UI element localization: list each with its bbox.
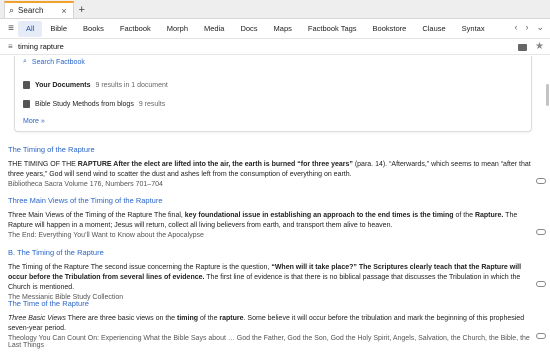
- menu-icon[interactable]: ≡: [4, 23, 18, 34]
- result-source: The End: Everything You’ll Want to Know …: [8, 232, 204, 239]
- filter-bookstore[interactable]: Bookstore: [365, 21, 415, 37]
- search-factbook-label: Search Factbook: [31, 58, 85, 66]
- cloud-icon[interactable]: [536, 281, 546, 287]
- filter-maps[interactable]: Maps: [266, 21, 300, 37]
- blog-label: Bible Study Methods from blogs: [35, 100, 134, 108]
- result-snippet: Three Basic Views There are three basic …: [8, 315, 525, 332]
- filter-bible[interactable]: Bible: [42, 21, 75, 37]
- filter-morph[interactable]: Morph: [159, 21, 196, 37]
- blog-row[interactable]: Bible Study Methods from blogs 9 results: [23, 100, 165, 108]
- tab-label: Search: [18, 6, 44, 15]
- search-icon: ⌕: [23, 58, 27, 65]
- star-icon[interactable]: ★: [535, 41, 544, 52]
- search-type-icon[interactable]: ≡: [8, 42, 18, 51]
- filter-list: All Bible Books Factbook Morph Media Docs Maps F…: [18, 20, 493, 37]
- result-title[interactable]: The Timing of the Rapture: [8, 145, 538, 154]
- chevron-left-icon[interactable]: ‹: [514, 22, 517, 33]
- your-documents-row[interactable]: Your Documents 9 results in 1 document: [23, 81, 168, 89]
- suggestion-panel: ⌕ Search Factbook Your Documents 9 resul…: [14, 56, 532, 132]
- filter-books[interactable]: Books: [75, 21, 112, 37]
- more-link[interactable]: More »: [23, 118, 45, 125]
- filter-all[interactable]: All: [18, 20, 43, 37]
- result-snippet: THE TIMING OF THE RAPTURE After the elec…: [8, 161, 531, 178]
- filter-bar: ≡ All Bible Books Factbook Morph Media Docs Map…: [0, 19, 550, 39]
- filter-factbook[interactable]: Factbook: [112, 21, 159, 37]
- scrollbar[interactable]: [546, 84, 549, 106]
- result-snippet: The Timing of the Rapture The second iss…: [8, 264, 522, 291]
- filter-clause[interactable]: Clause: [414, 21, 453, 37]
- your-documents-count: 9 results in 1 document: [95, 81, 168, 89]
- tab-bar: ⌕ Search × +: [0, 0, 550, 19]
- search-icon: ⌕: [9, 5, 15, 15]
- chevron-right-icon[interactable]: ›: [525, 22, 528, 33]
- result-item: Three Main Views of the Timing of the Ra…: [8, 196, 538, 239]
- new-tab-button[interactable]: +: [74, 1, 90, 18]
- result-item: The Timing of the Rapture THE TIMING OF T…: [8, 145, 538, 188]
- filter-factbook-tags[interactable]: Factbook Tags: [300, 21, 365, 37]
- result-title[interactable]: B. The Timing of the Rapture: [8, 248, 538, 257]
- filter-docs[interactable]: Docs: [232, 21, 265, 37]
- result-source: Theology You Can Count On: Experiencing …: [8, 335, 530, 349]
- query-bar: ≡ timing rapture ★: [0, 39, 550, 55]
- search-input[interactable]: timing rapture: [18, 42, 64, 51]
- chevron-down-icon[interactable]: ⌄: [536, 22, 544, 33]
- close-icon[interactable]: ×: [61, 6, 66, 16]
- result-snippet: Three Main Views of the Timing of the Ra…: [8, 212, 518, 229]
- filter-media[interactable]: Media: [196, 21, 232, 37]
- keyboard-icon[interactable]: [518, 44, 528, 51]
- filter-syntax[interactable]: Syntax: [454, 21, 493, 37]
- result-title[interactable]: The Time of the Rapture: [8, 299, 538, 308]
- document-icon: [23, 81, 30, 89]
- cloud-icon[interactable]: [536, 333, 546, 339]
- document-icon: [23, 100, 30, 108]
- blog-count: 9 results: [138, 100, 166, 108]
- your-documents-label: Your Documents: [35, 81, 91, 89]
- cloud-icon[interactable]: [536, 178, 546, 184]
- result-source: Bibliotheca Sacra Volume 176, Numbers 70…: [8, 181, 163, 188]
- search-factbook-link[interactable]: ⌕ Search Factbook: [23, 58, 85, 66]
- filter-nav: ‹ › ⌄: [514, 22, 544, 33]
- result-item: B. The Timing of the Rapture The Timing o…: [8, 248, 538, 301]
- tab-search[interactable]: ⌕ Search ×: [4, 1, 74, 18]
- result-item: The Time of the Rapture Three Basic Views…: [8, 299, 538, 349]
- result-title[interactable]: Three Main Views of the Timing of the Ra…: [8, 196, 538, 205]
- cloud-icon[interactable]: [536, 229, 546, 235]
